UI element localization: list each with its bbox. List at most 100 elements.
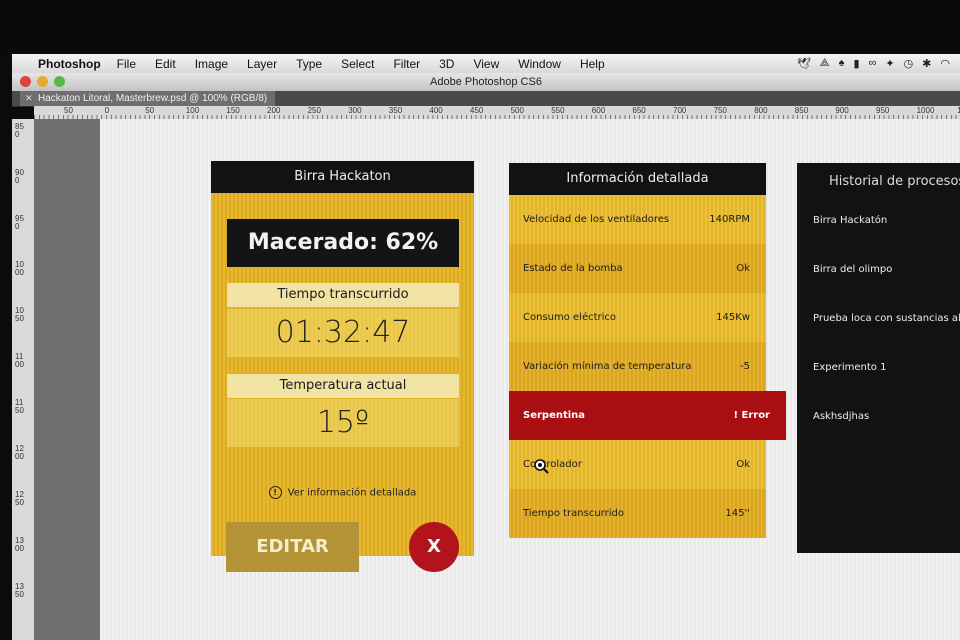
horizontal-ruler[interactable]: 50 0 50 100 150 200 250 300 350 400 450 500 550 600 65…	[34, 106, 960, 120]
ruler-tick-label: 50	[64, 106, 73, 115]
detail-row-label: Variación mínima de temperatura	[523, 361, 692, 372]
detail-row-pump-status: Estado de la bomba Ok	[509, 244, 766, 293]
history-item[interactable]: Askhsdjhas	[797, 397, 960, 446]
ruler-tick-label: 250	[307, 106, 321, 115]
temperature-value: 15º	[227, 399, 459, 447]
menu-type[interactable]: Type	[296, 57, 322, 71]
ruler-tick-label: 950	[876, 106, 890, 115]
ruler-tick-label: 50	[145, 106, 155, 115]
ruler-tick-label: 150	[226, 106, 240, 115]
detail-info-link[interactable]: ! Ver información detallada	[211, 486, 474, 499]
document-tab-label: Hackaton Litoral, Masterbrew.psd @ 100% …	[38, 93, 268, 104]
menu-layer[interactable]: Layer	[247, 57, 277, 71]
menu-help[interactable]: Help	[580, 57, 605, 71]
monitor-bezel-left	[0, 54, 12, 640]
detail-row-value: 140RPM	[709, 214, 750, 225]
menu-view[interactable]: View	[473, 57, 499, 71]
ruler-tick-label: 1000	[916, 106, 935, 115]
history-item[interactable]: Experimento 1	[797, 348, 960, 397]
ruler-tick-label: 1300	[15, 536, 24, 553]
detail-row-value: Ok	[736, 459, 750, 470]
dropbox-icon[interactable]: ✦	[885, 57, 894, 70]
temperature-label: Temperatura actual	[227, 374, 459, 398]
history-item[interactable]: Birra del olimpo	[797, 250, 960, 299]
detail-row-value: ! Error	[733, 410, 770, 421]
edit-button[interactable]: EDITAR	[226, 522, 359, 572]
notification-icon[interactable]: ♠	[839, 57, 845, 70]
twitter-icon[interactable]: 🕊	[797, 57, 811, 70]
ruler-tick-label: 800	[754, 106, 768, 115]
bookmark-icon[interactable]: ▮	[853, 57, 859, 70]
elapsed-time-label: Tiempo transcurrido	[227, 283, 459, 307]
ruler-tick-label: 350	[388, 106, 403, 115]
ruler-tick-label: 850	[794, 106, 809, 115]
detail-row-value: Ok	[736, 263, 750, 274]
menu-filter[interactable]: Filter	[393, 57, 420, 71]
ruler-tick-label: 600	[591, 106, 606, 115]
history-item[interactable]: Prueba loca con sustancias aluci	[797, 299, 960, 348]
detail-row-label: Tiempo transcurrido	[523, 508, 624, 519]
status-card-body: Macerado: 62% Tiempo transcurrido 01:32:…	[211, 193, 474, 572]
detail-row-coil-error: Serpentina ! Error	[509, 391, 786, 440]
clock-icon[interactable]: ◷	[904, 57, 914, 70]
ruler-tick-label: 950	[15, 214, 24, 231]
menu-3d[interactable]: 3D	[439, 57, 454, 71]
ruler-tick-label: 700	[673, 106, 687, 115]
mash-progress: Macerado: 62%	[227, 219, 459, 267]
history-card-title: Historial de procesos a	[829, 174, 960, 189]
menu-file[interactable]: File	[117, 57, 136, 71]
ruler-tick-label: 1050	[15, 306, 24, 323]
zoom-cursor-icon	[534, 459, 549, 474]
document-tab[interactable]: ✕ Hackaton Litoral, Masterbrew.psd @ 100…	[20, 91, 276, 106]
wifi-icon[interactable]: ◠	[940, 57, 950, 70]
ruler-tick-label: 300	[348, 106, 362, 115]
close-button[interactable]: X	[409, 522, 459, 572]
ruler-tick-label: 1200	[15, 444, 24, 461]
history-item[interactable]: Birra Hackatón	[797, 201, 960, 250]
detail-row-value: -5	[740, 361, 750, 372]
ruler-tick-label: 1250	[15, 490, 24, 507]
detail-info-link-label: Ver información detallada	[287, 487, 417, 499]
acrobat-icon[interactable]: ⟁	[820, 57, 830, 70]
window-title: Adobe Photoshop CS6	[430, 76, 542, 88]
ruler-tick-label: 1150	[15, 398, 24, 415]
menu-window[interactable]: Window	[518, 57, 561, 71]
monitor-bezel	[0, 0, 960, 54]
ruler-tick-label: 500	[510, 106, 524, 115]
ruler-tick-label: 450	[470, 106, 484, 115]
ruler-tick-label: 750	[713, 106, 727, 115]
detail-row-value: 145Kw	[716, 312, 750, 323]
detail-card-title: Información detallada	[509, 163, 766, 195]
glasses-icon[interactable]: ∞	[869, 57, 877, 70]
detail-row-label: Controlador	[523, 459, 582, 470]
window-title-bar: Adobe Photoshop CS6	[12, 73, 960, 92]
ruler-tick-label: 1350	[15, 582, 24, 599]
menu-edit[interactable]: Edit	[155, 57, 176, 71]
detail-row-label: Velocidad de los ventiladores	[523, 214, 670, 225]
detail-row-temp-variation: Variación mínima de temperatura -5	[509, 342, 766, 391]
ruler-tick-label: 100	[185, 106, 200, 115]
status-card: Birra Hackaton Macerado: 62% Tiempo tran…	[211, 161, 474, 572]
menu-bar: Photoshop File Edit Image Layer Type Sel…	[12, 54, 960, 74]
menu-image[interactable]: Image	[195, 57, 228, 71]
ruler-tick-label: 550	[551, 106, 565, 115]
status-card-title: Birra Hackaton	[211, 161, 474, 193]
vertical-ruler[interactable]: 850 900 950 1000 1050 1100 1150 1200 1250 1300 135…	[12, 119, 35, 640]
menu-select[interactable]: Select	[341, 57, 374, 71]
bluetooth-icon[interactable]: ✱	[922, 57, 931, 70]
detail-row-label: Serpentina	[523, 410, 586, 421]
document-tab-bar: ✕ Hackaton Litoral, Masterbrew.psd @ 100…	[12, 91, 960, 107]
info-icon: !	[268, 486, 282, 499]
detail-card: Información detallada Velocidad de los v…	[509, 163, 786, 553]
ruler-tick-label: 650	[632, 106, 646, 115]
ruler-tick-label: 850	[15, 122, 24, 139]
history-card: Historial de procesos a Birra Hackatón B…	[797, 163, 960, 553]
ruler-tick-label: 400	[429, 106, 443, 115]
detail-row-label: Estado de la bomba	[523, 263, 623, 274]
close-tab-icon[interactable]: ✕	[25, 91, 33, 106]
detail-row-fan-speed: Velocidad de los ventiladores 140RPM	[509, 195, 766, 244]
menu-app-name[interactable]: Photoshop	[38, 57, 101, 71]
ruler-tick-label: 1100	[15, 352, 24, 369]
elapsed-time-value: 01:32:47	[227, 309, 459, 357]
detail-row-value: 145''	[725, 508, 750, 519]
